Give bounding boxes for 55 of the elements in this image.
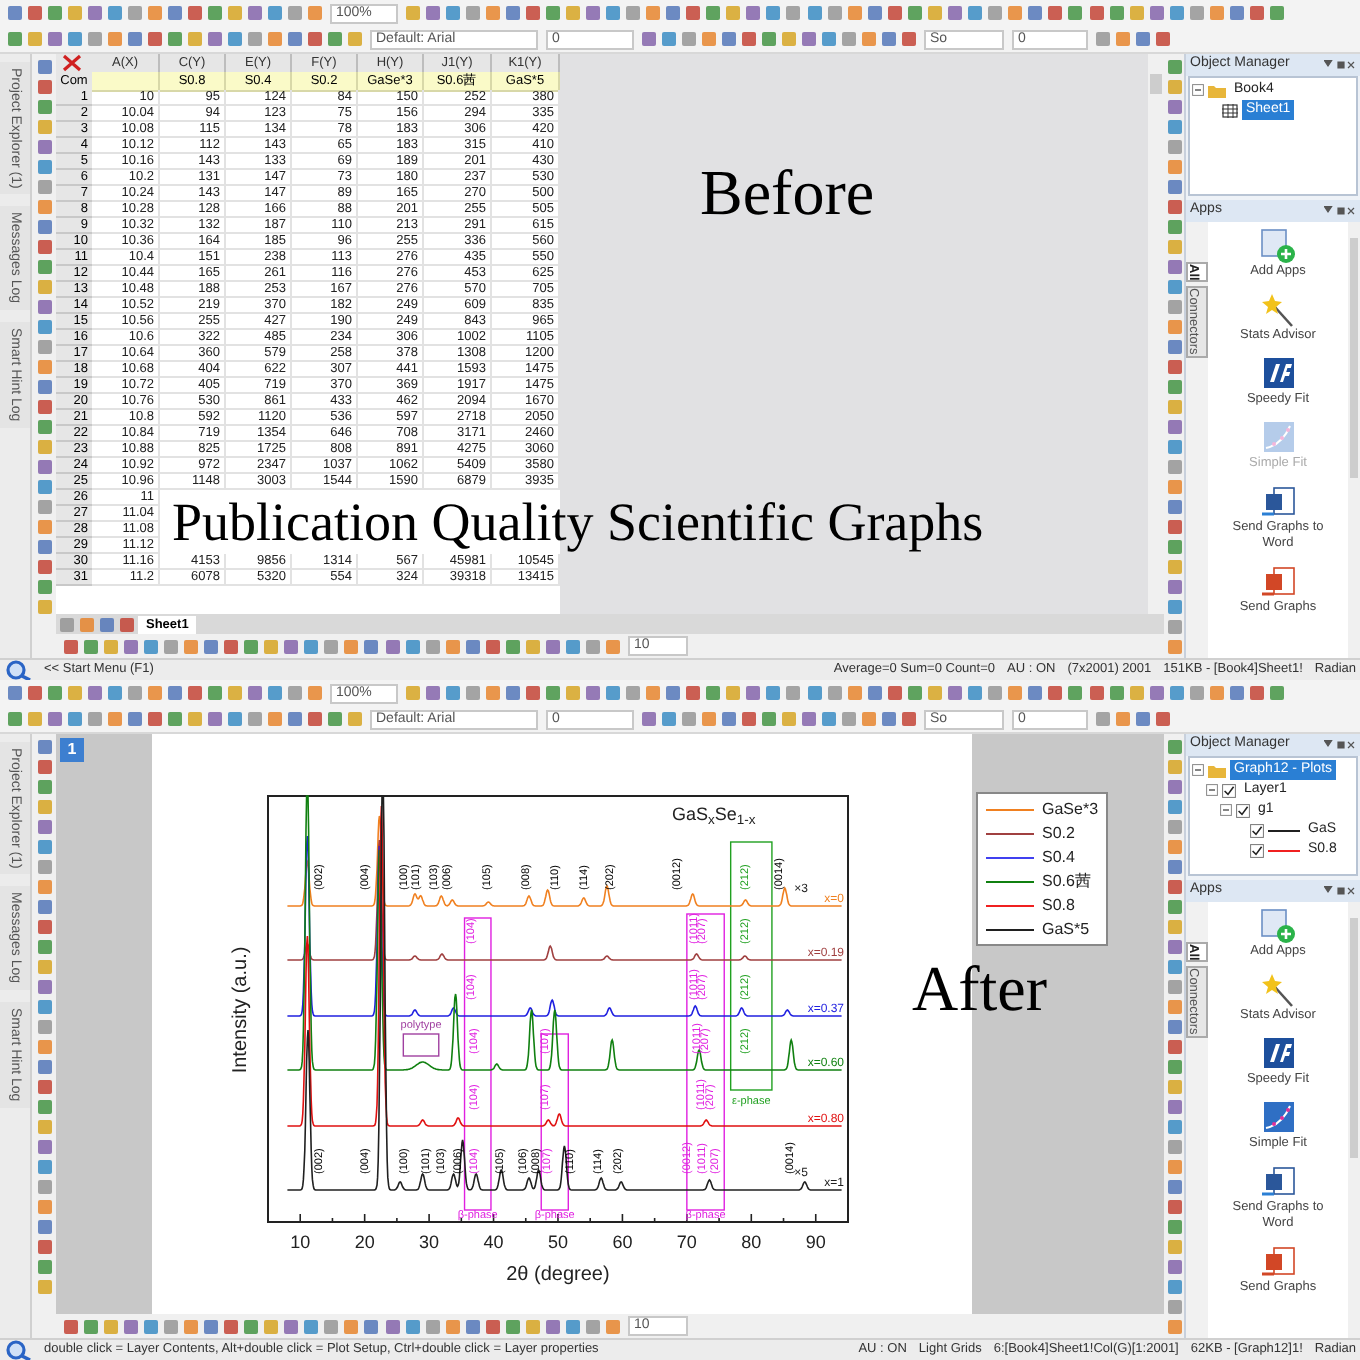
checkbox[interactable] [1250, 843, 1264, 857]
pin-icon[interactable] [1324, 740, 1356, 750]
highlight-frame [402, 1033, 440, 1057]
folder-icon [1208, 763, 1226, 777]
tick-label: 30 [419, 1232, 440, 1252]
pin-icon[interactable] [1324, 60, 1356, 70]
collapse-icon[interactable] [1192, 764, 1204, 776]
pin-icon[interactable] [1324, 206, 1356, 216]
tick-label: 20 [354, 1232, 375, 1252]
scrollbar[interactable] [1348, 902, 1360, 1338]
folder-icon [1208, 83, 1226, 97]
pin-icon[interactable] [1324, 886, 1356, 896]
collapse-icon[interactable] [1192, 84, 1204, 96]
legend-label: S0.4 [1042, 846, 1075, 868]
x-axis-title: 2θ (degree) [506, 1264, 610, 1286]
speedy-fit-icon[interactable] [1258, 356, 1298, 392]
legend-label: GaS*5 [1042, 918, 1090, 940]
legend-label: S0.2 [1042, 822, 1075, 844]
tick-label: 70 [676, 1232, 697, 1252]
grid-icon [1222, 103, 1238, 117]
tick-label: 10 [290, 1232, 311, 1252]
y-axis-title: Intensity (a.u.) [230, 946, 252, 1074]
legend-label: GaSe*3 [1042, 798, 1099, 820]
slides-export-icon[interactable] [1258, 564, 1298, 600]
add-app-icon[interactable] [1258, 228, 1298, 264]
checkbox[interactable] [1222, 783, 1236, 797]
legend-label: S0.6茜 [1042, 870, 1091, 892]
headline: Before [700, 158, 875, 226]
comment-cell [92, 72, 160, 92]
chart-title: GaS$_{x}$Se$_{1-x}$ [672, 802, 758, 826]
scrollbar[interactable] [1348, 222, 1360, 658]
document-export-icon[interactable] [1258, 484, 1298, 520]
tick-label: 80 [741, 1232, 762, 1252]
layer-badge[interactable]: 1 [60, 738, 84, 762]
close-icon[interactable] [56, 54, 92, 72]
speedy-fit-icon[interactable] [1258, 1036, 1298, 1072]
wand-icon[interactable] [1258, 292, 1298, 328]
collapse-icon[interactable] [1220, 804, 1232, 816]
collapse-icon[interactable] [1206, 784, 1218, 796]
checkbox[interactable] [1236, 803, 1250, 817]
search-icon[interactable] [4, 1340, 32, 1360]
tick-label: 50 [547, 1232, 568, 1252]
tick-label: 40 [483, 1232, 504, 1252]
caption: Publication Quality Scientific Graphs [172, 496, 984, 550]
headline: After [912, 954, 1048, 1022]
document-export-icon[interactable] [1258, 1164, 1298, 1200]
add-app-icon[interactable] [1258, 908, 1298, 944]
slides-export-icon[interactable] [1258, 1244, 1298, 1280]
search-icon[interactable] [4, 660, 32, 680]
curve-fit-icon[interactable] [1258, 1100, 1298, 1136]
wand-icon[interactable] [1258, 972, 1298, 1008]
tick-label: 60 [612, 1232, 633, 1252]
tick-label: 90 [805, 1232, 826, 1252]
checkbox[interactable] [1250, 823, 1264, 837]
legend-label: S0.8 [1042, 894, 1075, 916]
